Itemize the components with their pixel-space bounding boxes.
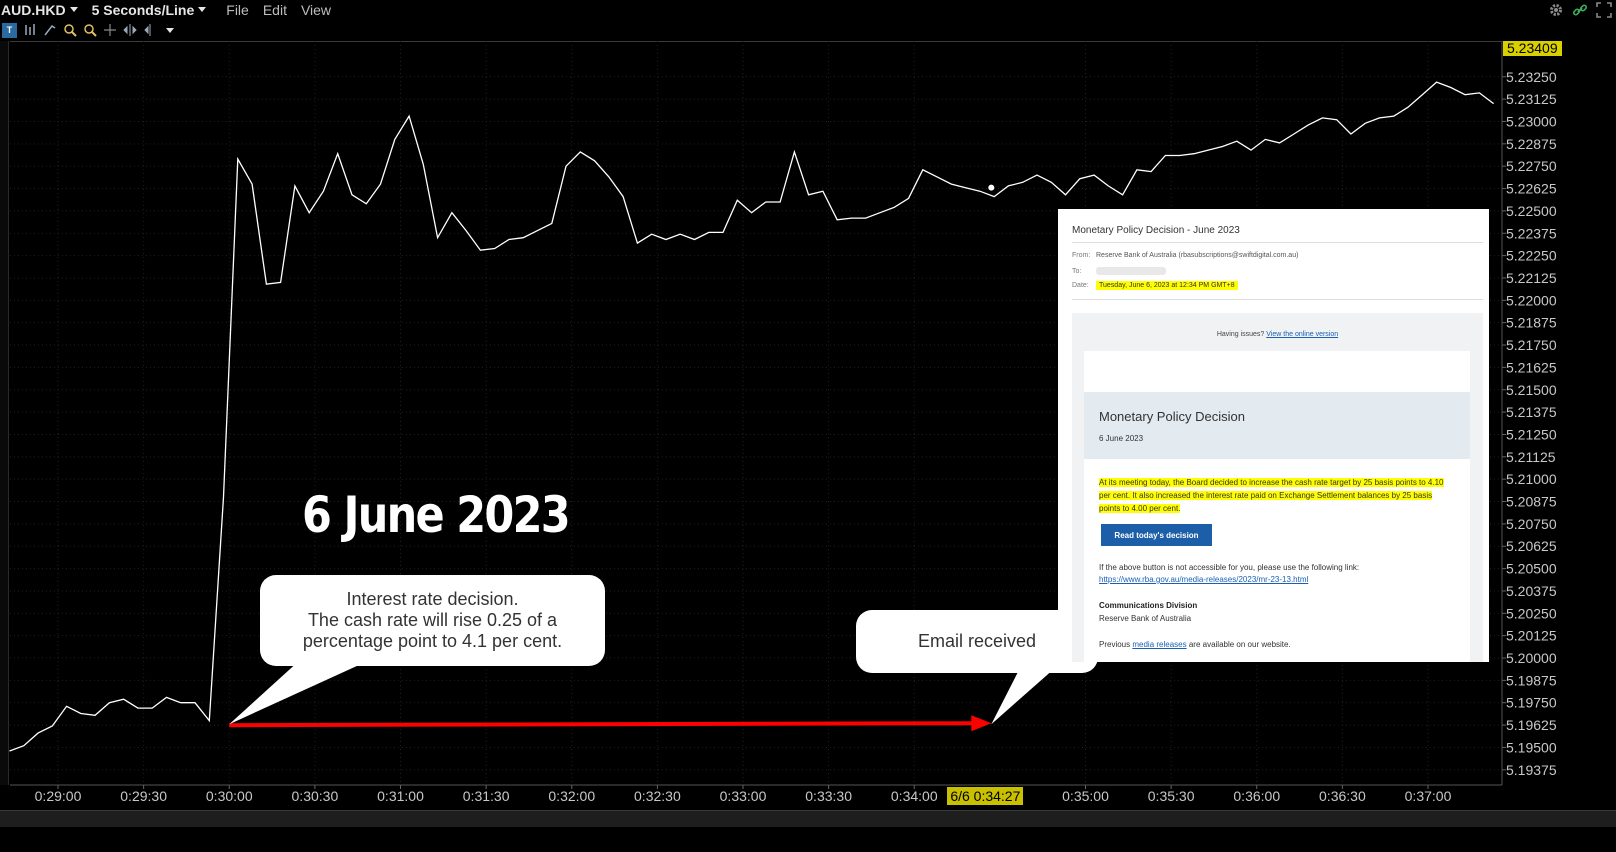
y-tick-label: 5.23250 [1506, 69, 1557, 85]
y-tick-label: 5.19750 [1506, 695, 1557, 711]
org-name: Reserve Bank of Australia [1099, 614, 1192, 623]
media-releases-link[interactable]: media releases [1132, 640, 1186, 649]
y-tick-label: 5.21125 [1506, 449, 1556, 465]
decision-paragraph: At its meeting today, the Board decided … [1099, 476, 1449, 515]
x-tick-label: 0:32:00 [548, 788, 595, 804]
prev-text-end: are available on our website. [1188, 640, 1291, 649]
email-date: Date: Tuesday, June 6, 2023 at 12:34 PM G… [1072, 281, 1238, 290]
email-subject: Monetary Policy Decision - June 2023 [1072, 225, 1240, 236]
y-tick-label: 5.20250 [1506, 605, 1557, 621]
y-tick-label: 5.21750 [1506, 337, 1557, 353]
y-tick-label: 5.20875 [1506, 494, 1557, 510]
y-tick-label: 5.23000 [1506, 113, 1557, 129]
y-tick-label: 5.22000 [1506, 292, 1557, 308]
issues-line: Having issues? View the online version [1072, 331, 1483, 338]
last-price-badge: 5.23409 [1503, 41, 1562, 56]
x-tick-label: 0:34:00 [891, 788, 938, 804]
y-tick-label: 5.20500 [1506, 561, 1557, 577]
decision-callout: Interest rate decision. The cash rate wi… [260, 575, 605, 666]
y-tick-label: 5.20375 [1506, 583, 1557, 599]
online-version-link[interactable]: View the online version [1266, 331, 1338, 338]
media-release-link[interactable]: https://www.rba.gov.au/media-releases/20… [1099, 575, 1308, 584]
from-label: From: [1072, 252, 1091, 259]
x-tick-label: 0:31:00 [377, 788, 424, 804]
email-banner: Monetary Policy Decision 6 June 2023 [1084, 392, 1470, 459]
callout-line: percentage point to 4.1 per cent. [302, 631, 563, 651]
y-tick-label: 5.19500 [1506, 739, 1557, 755]
y-tick-label: 5.19375 [1506, 762, 1557, 778]
email-body: Having issues? View the online version M… [1072, 313, 1483, 662]
previous-releases: Previous media releases are available on… [1099, 640, 1291, 649]
y-tick-label: 5.23125 [1506, 91, 1557, 107]
overview-scrollbar[interactable] [0, 810, 1616, 827]
email-panel: Monetary Policy Decision - June 2023 Fro… [1058, 209, 1489, 662]
email-from: From: Reserve Bank of Australia (rbasubsc… [1072, 252, 1298, 259]
email-to: To: [1072, 267, 1166, 275]
email-card: Monetary Policy Decision 6 June 2023 At … [1084, 351, 1470, 662]
y-tick-label: 5.22250 [1506, 248, 1557, 264]
x-tick-label: 0:36:30 [1319, 788, 1366, 804]
y-axis-ticks: 5.23250 5.23125 5.23000 5.22875 5.22750 5.226… [1501, 41, 1557, 785]
to-label: To: [1072, 267, 1082, 275]
y-tick-label: 5.22625 [1506, 181, 1557, 197]
x-tick-label: 0:30:00 [206, 788, 253, 804]
read-decision-button[interactable]: Read today's decision [1101, 524, 1212, 546]
x-tick-label: 0:35:00 [1062, 788, 1109, 804]
y-tick-label: 5.22500 [1506, 203, 1557, 219]
y-tick-label: 5.19625 [1506, 717, 1557, 733]
x-tick-label: 0:33:30 [805, 788, 852, 804]
y-tick-label: 5.21875 [1506, 315, 1557, 331]
accessible-text: If the above button is not accessible fo… [1099, 562, 1449, 586]
crosshair-time-badge: 6/6 0:34:27 [947, 787, 1024, 805]
divider [1072, 299, 1483, 300]
time-arrow [229, 715, 992, 732]
x-tick-label: 0:33:00 [720, 788, 767, 804]
banner-title: Monetary Policy Decision [1099, 409, 1245, 424]
arrow-shaft [229, 721, 976, 728]
from-value: Reserve Bank of Australia (rbasubscripti… [1096, 252, 1299, 259]
y-tick-label: 5.21000 [1506, 471, 1557, 487]
email-time-marker [988, 184, 995, 191]
redacted-recipient [1096, 267, 1166, 275]
y-tick-label: 5.22375 [1506, 225, 1557, 241]
annotation-title: 6 June 2023 [302, 486, 571, 544]
y-tick-label: 5.22750 [1506, 158, 1557, 174]
division-name: Communications Division [1099, 601, 1198, 610]
decision-callout-tail [229, 660, 370, 725]
x-tick-label: 0:32:30 [634, 788, 681, 804]
prev-text: Previous [1099, 640, 1131, 649]
x-tick-label: 0:36:00 [1233, 788, 1280, 804]
y-tick-label: 5.20625 [1506, 538, 1557, 554]
y-tick-label: 5.22125 [1506, 270, 1557, 286]
x-tick-label: 0:37:00 [1405, 788, 1452, 804]
y-tick-label: 5.21375 [1506, 404, 1557, 420]
banner-date: 6 June 2023 [1099, 434, 1144, 443]
y-tick-label: 5.21250 [1506, 426, 1557, 442]
date-label: Date: [1072, 282, 1089, 289]
arrow-head [971, 715, 992, 732]
divider [1072, 242, 1483, 243]
callout-line: Interest rate decision. [346, 589, 519, 609]
y-tick-label: 5.20750 [1506, 516, 1557, 532]
x-tick-label: 0:29:30 [120, 788, 167, 804]
date-value: Tuesday, June 6, 2023 at 12:34 PM GMT+8 [1096, 281, 1238, 290]
y-tick-label: 5.22875 [1506, 136, 1557, 152]
accessible-label: If the above button is not accessible fo… [1099, 563, 1360, 572]
y-tick-label: 5.20125 [1506, 628, 1557, 644]
x-tick-label: 0:35:30 [1148, 788, 1195, 804]
y-tick-label: 5.20000 [1506, 650, 1557, 666]
x-tick-label: 0:29:00 [35, 788, 82, 804]
y-tick-label: 5.21625 [1506, 359, 1557, 375]
callout-line: The cash rate will rise 0.25 of a [307, 610, 558, 630]
issues-text: Having issues? [1216, 331, 1265, 338]
y-tick-label: 5.21500 [1506, 382, 1557, 398]
x-axis-ticks: 0:29:00 0:29:30 0:30:00 0:30:30 0:31:00 0:31:… [10, 784, 1502, 804]
y-tick-label: 5.19875 [1506, 672, 1557, 688]
x-tick-label: 0:30:30 [292, 788, 339, 804]
email-callout-tail [991, 668, 1055, 725]
highlighted-text: At its meeting today, the Board decided … [1099, 478, 1444, 513]
x-tick-label: 0:31:30 [463, 788, 510, 804]
